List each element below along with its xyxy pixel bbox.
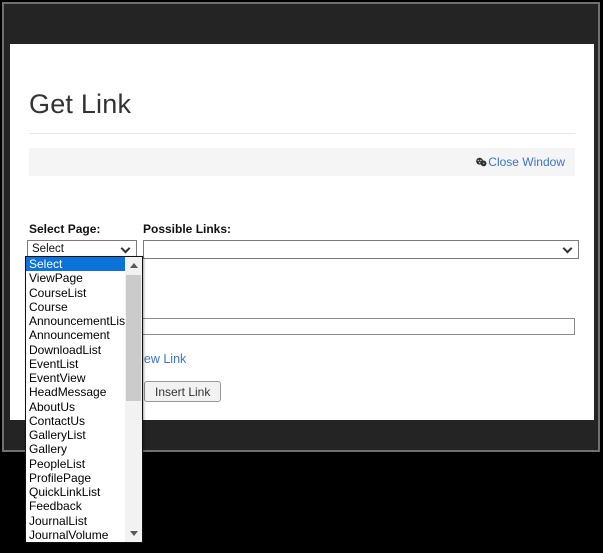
dropdown-option[interactable]: PeopleList xyxy=(26,457,125,471)
close-window-label: Close Window xyxy=(488,155,565,169)
toolbar: Close Window xyxy=(29,148,575,176)
dropdown-option[interactable]: CourseList xyxy=(26,286,125,300)
dropdown-option[interactable]: Feedback xyxy=(26,499,125,513)
possible-links-dropdown[interactable] xyxy=(143,240,579,259)
dropdown-option[interactable]: DownloadList xyxy=(26,343,125,357)
dropdown-scrollbar[interactable] xyxy=(125,257,142,542)
dropdown-option[interactable]: Gallery xyxy=(26,442,125,456)
dropdown-option[interactable]: Announcement xyxy=(26,328,125,342)
dropdown-option[interactable]: AnnouncementList xyxy=(26,314,125,328)
dropdown-option[interactable]: ContactUs xyxy=(26,414,125,428)
chevron-down-icon xyxy=(121,244,131,254)
dropdown-items: SelectViewPageCourseListCourseAnnounceme… xyxy=(26,257,125,542)
scrollbar-up-button[interactable] xyxy=(125,257,142,274)
triangle-down-icon xyxy=(130,531,138,536)
dropdown-option[interactable]: GalleryList xyxy=(26,428,125,442)
insert-link-button[interactable]: Insert Link xyxy=(144,381,221,402)
dropdown-option[interactable]: ViewPage xyxy=(26,271,125,285)
possible-links-label: Possible Links: xyxy=(143,222,231,236)
dropdown-option[interactable]: JournalVolume xyxy=(26,528,125,542)
dropdown-option[interactable]: EventList xyxy=(26,357,125,371)
page-title: Get Link xyxy=(29,88,131,121)
dropdown-option[interactable]: HeadMessage xyxy=(26,385,125,399)
dropdown-option[interactable]: ProfilePage xyxy=(26,471,125,485)
title-divider xyxy=(29,133,575,134)
select-page-value: Select xyxy=(32,243,64,255)
chevron-down-icon xyxy=(563,244,573,254)
dropdown-option[interactable]: EventView xyxy=(26,371,125,385)
select-page-open-list: SelectViewPageCourseListCourseAnnounceme… xyxy=(25,256,143,543)
scrollbar-down-button[interactable] xyxy=(125,525,142,542)
close-window-link[interactable]: Close Window xyxy=(476,155,565,169)
dropdown-option[interactable]: QuickLinkList xyxy=(26,485,125,499)
triangle-up-icon xyxy=(130,263,138,268)
dropdown-option[interactable]: JournalList xyxy=(26,514,125,528)
scrollbar-thumb[interactable] xyxy=(126,275,141,401)
select-page-label: Select Page: xyxy=(29,222,100,236)
dropdown-option[interactable]: AboutUs xyxy=(26,400,125,414)
dropdown-option[interactable]: Select xyxy=(26,257,125,271)
dropdown-option[interactable]: Course xyxy=(26,300,125,314)
close-window-icon xyxy=(476,156,487,170)
